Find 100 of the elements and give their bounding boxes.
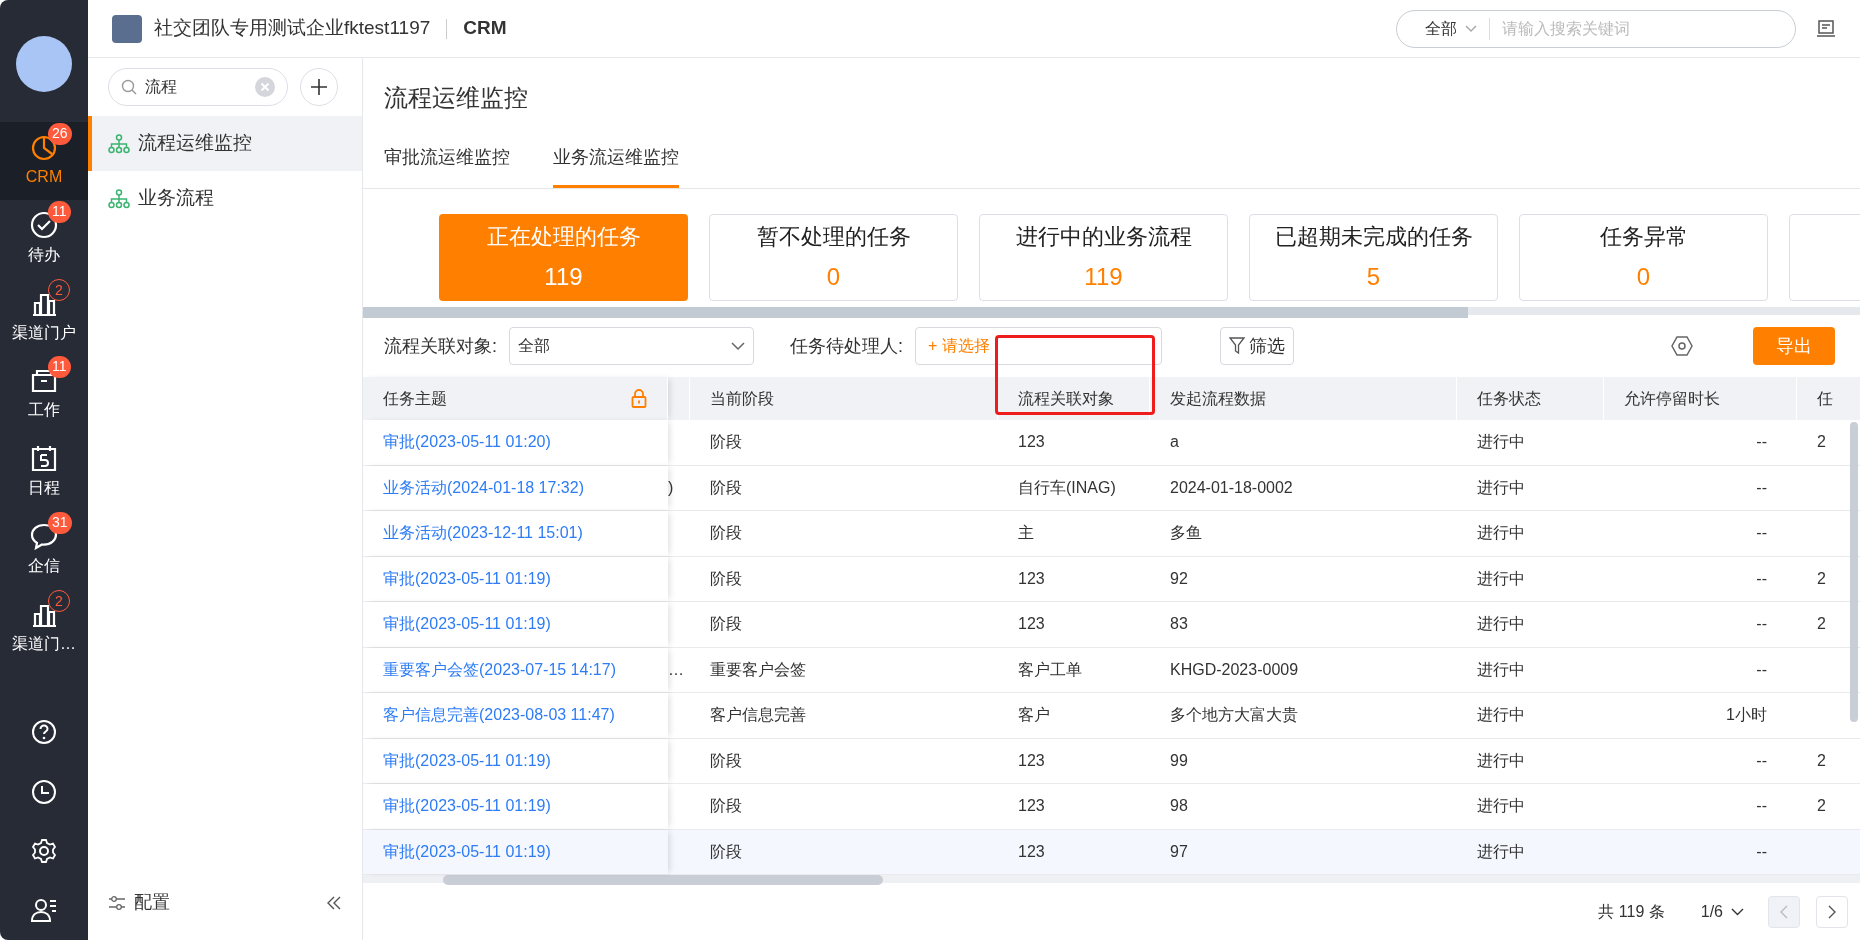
nav-item[interactable]: 渠道门… 2 bbox=[0, 588, 88, 667]
table-cell-text: 客户 bbox=[1018, 705, 1050, 726]
table-cell-text: … bbox=[668, 659, 684, 680]
document-icon[interactable] bbox=[1816, 18, 1836, 39]
table-cell-text: -- bbox=[1756, 614, 1767, 635]
hierarchy-icon bbox=[108, 188, 130, 209]
table-cell-text: 进行中 bbox=[1477, 750, 1525, 771]
tab[interactable]: 业务流运维监控 bbox=[553, 144, 679, 188]
next-page-button[interactable] bbox=[1816, 895, 1848, 928]
config-link[interactable]: 配置 bbox=[134, 889, 170, 916]
table-cell-text: 进行中 bbox=[1477, 568, 1525, 589]
nav-label: 渠道门… bbox=[12, 633, 76, 654]
table-cell-text: 123 bbox=[1018, 614, 1045, 635]
task-link[interactable]: 重要客户会签(2023-07-15 14:17) bbox=[383, 657, 616, 682]
table-cell-text: 97 bbox=[1170, 841, 1188, 862]
filter-label: 流程关联对象: bbox=[384, 334, 497, 358]
question-icon[interactable] bbox=[31, 719, 57, 746]
nav-item[interactable]: 待办 11 bbox=[0, 199, 88, 278]
table-cell-text: 123 bbox=[1018, 750, 1045, 771]
table-cell-text: 进行中 bbox=[1477, 705, 1525, 726]
chevron-left-icon bbox=[1780, 904, 1788, 919]
table-cell-text: 阶段 bbox=[710, 523, 742, 544]
lock-icon[interactable] bbox=[631, 389, 647, 409]
card-value: 0 bbox=[826, 262, 841, 292]
avatar[interactable] bbox=[16, 36, 72, 92]
table-cell-text: ) bbox=[668, 477, 674, 498]
summary-card[interactable]: 已超期未完成的任务 5 bbox=[1249, 214, 1498, 301]
summary-card[interactable]: 暂不处理的任务 0 bbox=[709, 214, 958, 301]
table-cell-text: 123 bbox=[1018, 841, 1045, 862]
tab[interactable]: 审批流运维监控 bbox=[384, 144, 510, 188]
object-select[interactable]: 全部 bbox=[509, 327, 754, 366]
count-badge: 2 bbox=[48, 589, 70, 612]
count-badge: 2 bbox=[48, 278, 70, 301]
table-cell-text: 阶段 bbox=[710, 796, 742, 817]
table-cell-text: 2 bbox=[1817, 432, 1826, 453]
task-link[interactable]: 审批(2023-05-11 01:19) bbox=[383, 566, 551, 591]
card-label: 已超期未完成的任务 bbox=[1274, 223, 1473, 251]
sidebar-item[interactable]: 业务流程 bbox=[88, 171, 362, 226]
card-label: 进行中的业务流程 bbox=[1015, 223, 1192, 251]
table-cell-text: 阶段 bbox=[710, 477, 742, 498]
card-value: 119 bbox=[544, 262, 583, 292]
nav-label: 企信 bbox=[28, 555, 60, 576]
task-link[interactable]: 客户信息完善(2023-08-03 11:47) bbox=[383, 703, 615, 728]
column-header: 任务主题 bbox=[383, 388, 447, 409]
nav-item[interactable]: 工作 11 bbox=[0, 355, 88, 434]
table-cell-text: 123 bbox=[1018, 432, 1045, 453]
column-header: 流程关联对象 bbox=[1018, 388, 1114, 409]
table-cell-text: 进行中 bbox=[1477, 841, 1525, 862]
table-cell-text: 阶段 bbox=[710, 841, 742, 862]
card-value: 119 bbox=[1084, 262, 1123, 292]
table-cell-text: 进行中 bbox=[1477, 477, 1525, 498]
nav-item[interactable]: CRM 26 bbox=[0, 122, 88, 200]
sidebar-item[interactable]: 流程运维监控 bbox=[88, 116, 362, 171]
task-link[interactable]: 业务活动(2024-01-18 17:32) bbox=[383, 475, 584, 500]
table-cell-text: 进行中 bbox=[1477, 614, 1525, 635]
column-header: 发起流程数据 bbox=[1170, 388, 1266, 409]
page-select[interactable]: 1/6 bbox=[1700, 899, 1744, 924]
horizontal-scrollbar[interactable] bbox=[363, 875, 1860, 884]
table-cell-text: 重要客户会签 bbox=[710, 659, 806, 680]
task-link[interactable]: 审批(2023-05-11 01:19) bbox=[383, 612, 551, 637]
summary-card[interactable]: 任务异常 0 bbox=[1519, 214, 1768, 301]
table-cell-text: 2 bbox=[1817, 614, 1826, 635]
company-name: 社交团队专用测试企业fktest1197 bbox=[154, 16, 431, 41]
column-header: 当前阶段 bbox=[710, 388, 774, 409]
task-link[interactable]: 审批(2023-05-11 01:19) bbox=[383, 748, 551, 773]
table-cell-text: 99 bbox=[1170, 750, 1188, 771]
table-cell-text: 多鱼 bbox=[1170, 523, 1202, 544]
chevron-down-icon bbox=[1731, 907, 1744, 916]
vertical-scrollbar[interactable] bbox=[1850, 422, 1858, 723]
card-label: 暂不处理的任务 bbox=[756, 223, 911, 251]
column-header: 任务状态 bbox=[1477, 388, 1541, 409]
funnel-icon bbox=[1229, 337, 1246, 356]
user-list-icon[interactable] bbox=[31, 897, 57, 924]
table-cell-text: -- bbox=[1756, 477, 1767, 498]
table-cell-text: -- bbox=[1756, 568, 1767, 589]
filter-label: 任务待处理人: bbox=[790, 334, 904, 358]
horizontal-scrollbar[interactable] bbox=[363, 306, 1860, 316]
nav-item[interactable]: 企信 31 bbox=[0, 511, 88, 589]
filter-button[interactable]: 筛选 bbox=[1220, 327, 1295, 366]
table-cell-text: 多个地方大富大贵 bbox=[1170, 705, 1298, 726]
column-header: 允许停留时长 bbox=[1624, 388, 1720, 409]
nav-item[interactable]: 日程 bbox=[0, 433, 88, 512]
summary-card[interactable]: 进行中的业务流程 119 bbox=[979, 214, 1228, 301]
task-link[interactable]: 审批(2023-05-11 01:19) bbox=[383, 794, 551, 819]
task-link[interactable]: 业务活动(2023-12-11 15:01) bbox=[383, 521, 583, 546]
table-cell-text: -- bbox=[1756, 841, 1767, 862]
nav-item[interactable]: 渠道门户 2 bbox=[0, 277, 88, 356]
nav-label: CRM bbox=[25, 166, 63, 187]
calendar-icon bbox=[30, 444, 58, 473]
table-cell-text: 进行中 bbox=[1477, 523, 1525, 544]
search-input[interactable]: 请输入搜索关键词 bbox=[1502, 16, 1775, 41]
table-cell-text: -- bbox=[1756, 796, 1767, 817]
collapse-icon[interactable] bbox=[326, 894, 342, 911]
clock-icon[interactable] bbox=[31, 778, 57, 805]
search-input[interactable]: 流程 bbox=[145, 75, 235, 99]
task-link[interactable]: 审批(2023-05-11 01:20) bbox=[383, 430, 551, 455]
task-link[interactable]: 审批(2023-05-11 01:19) bbox=[383, 839, 551, 864]
table-cell-text: 进行中 bbox=[1477, 659, 1525, 680]
table-cell-text: 进行中 bbox=[1477, 796, 1525, 817]
table-cell-text: 客户信息完善 bbox=[710, 705, 806, 726]
